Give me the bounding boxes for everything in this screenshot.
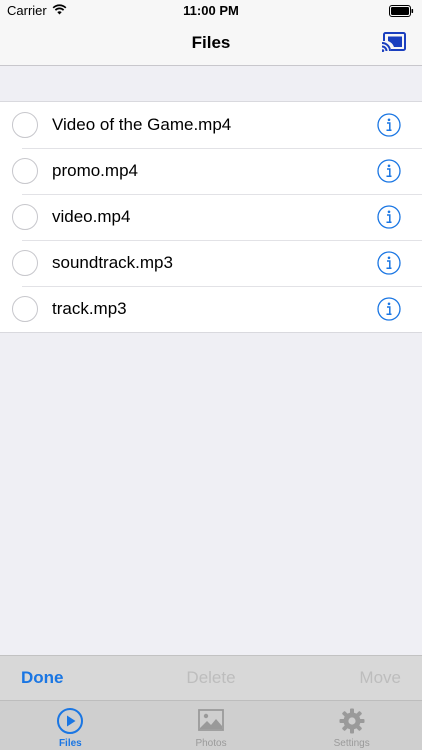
cast-icon[interactable] (382, 32, 406, 52)
tab-photos[interactable]: Photos (141, 701, 282, 750)
info-icon[interactable] (377, 113, 401, 137)
tab-label: Files (58, 738, 82, 749)
page-title: Files (191, 33, 231, 52)
play-circle-icon (57, 708, 84, 734)
file-row[interactable]: soundtrack.mp3 (0, 240, 422, 286)
info-icon[interactable] (377, 251, 401, 275)
file-name: Video of the Game.mp4 (52, 115, 232, 134)
file-name: video.mp4 (52, 207, 131, 226)
info-icon[interactable] (377, 205, 401, 229)
tab-label: Photos (195, 738, 227, 749)
info-icon[interactable] (377, 297, 401, 321)
file-row[interactable]: video.mp4 (0, 194, 422, 240)
status-time: 11:00 PM (183, 3, 239, 18)
status-bar: Carrier 11:00 PM (0, 0, 422, 22)
file-row[interactable]: track.mp3 (0, 286, 422, 332)
battery-icon (389, 5, 414, 17)
selection-circle[interactable] (12, 296, 38, 322)
tab-files[interactable]: Files (0, 701, 141, 750)
file-row[interactable]: Video of the Game.mp4 (0, 102, 422, 148)
selection-circle[interactable] (12, 112, 38, 138)
file-name: track.mp3 (52, 299, 127, 318)
file-row[interactable]: promo.mp4 (0, 148, 422, 194)
file-name: soundtrack.mp3 (52, 253, 173, 272)
photo-icon (198, 709, 224, 731)
gear-icon (339, 708, 365, 734)
selection-circle[interactable] (12, 250, 38, 276)
tab-label: Settings (333, 738, 370, 749)
file-list: Video of the Game.mp4 promo.mp4 video.mp… (0, 101, 422, 333)
move-button[interactable]: Move (359, 668, 401, 688)
navigation-bar: Files (0, 22, 422, 66)
info-icon[interactable] (377, 159, 401, 183)
selection-circle[interactable] (12, 158, 38, 184)
file-name: promo.mp4 (52, 161, 138, 180)
selection-circle[interactable] (12, 204, 38, 230)
edit-toolbar: Done Delete Move (0, 655, 422, 700)
tab-bar: Files Photos Settings (0, 700, 422, 750)
tab-settings[interactable]: Settings (281, 701, 422, 750)
